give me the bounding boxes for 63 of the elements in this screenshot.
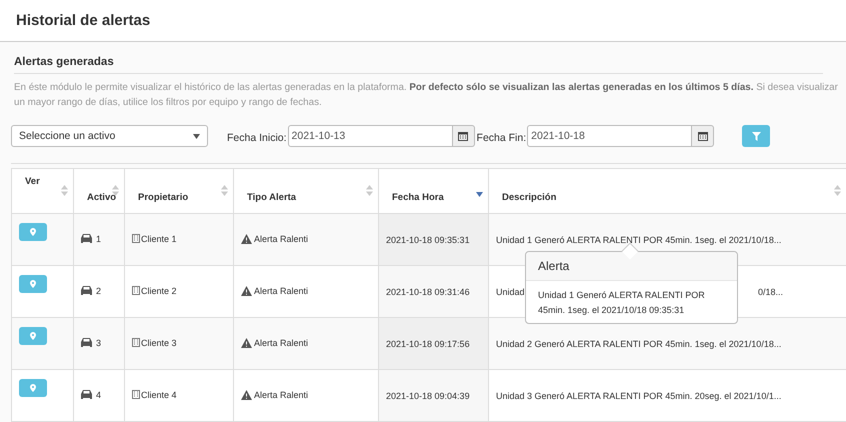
alert-type: Alerta Ralenti <box>254 338 308 348</box>
warning-icon <box>241 234 252 244</box>
map-pin-icon <box>30 332 36 340</box>
warning-icon <box>241 286 252 296</box>
map-pin-icon <box>30 228 36 236</box>
column-header[interactable]: Activo <box>74 168 124 214</box>
owner-name: Cliente 3 <box>141 338 177 348</box>
column-header[interactable]: Propietario <box>124 168 234 214</box>
owner-name: Cliente 1 <box>141 234 177 244</box>
calendar-button[interactable] <box>452 125 475 147</box>
filter-icon <box>752 132 761 140</box>
car-icon <box>81 234 92 244</box>
owner-name: Cliente 4 <box>141 390 177 400</box>
asset-number: 1 <box>96 234 102 244</box>
map-pin-icon <box>30 280 36 288</box>
owner-name: Cliente 2 <box>141 286 177 296</box>
page-title: Historial de alertas <box>16 12 150 29</box>
popover-title: Alerta <box>526 252 737 281</box>
map-pin-icon <box>30 384 36 392</box>
calendar-icon <box>458 131 468 141</box>
description-text: 0/18... <box>758 286 783 296</box>
section-title: Alertas generadas <box>14 56 823 74</box>
asset-number: 3 <box>96 338 102 348</box>
car-icon <box>81 286 92 296</box>
description-text: Unidad 3 Generó ALERTA RALENTI POR 45min. 20seg. el 2021/10/1... <box>496 390 782 400</box>
warning-icon <box>241 390 252 400</box>
popover-text: Unidad 1 Generó ALERTA RALENTI POR 45min. 1seg. el 2021/10/18 09:35:31 <box>537 289 706 317</box>
alert-type: Alerta Ralenti <box>254 234 308 244</box>
asset-number: 2 <box>96 286 102 296</box>
start-date-field[interactable]: 2021-10-13 <box>288 125 453 147</box>
column-header[interactable]: Tipo Alerta <box>234 168 378 214</box>
building-icon <box>132 234 140 244</box>
alert-type: Alerta Ralenti <box>254 390 308 400</box>
column-header[interactable]: Descripción <box>488 168 846 214</box>
car-icon <box>81 390 92 400</box>
datetime-cell: 2021-10-18 09:17:56 <box>378 318 488 370</box>
datetime-cell: 2021-10-18 09:35:31 <box>378 214 488 266</box>
description-text: Unidad 1 Generó ALERTA RALENTI POR 45min. 1seg. el 2021/10/18... <box>496 234 782 244</box>
view-location-button[interactable] <box>19 222 47 240</box>
end-date-label: Fecha Fin: <box>476 132 526 144</box>
view-location-button[interactable] <box>19 378 47 396</box>
warning-icon <box>241 338 252 348</box>
asset-number: 4 <box>96 390 102 400</box>
datetime-cell: 2021-10-18 09:04:39 <box>378 370 488 422</box>
description-text: Unidad <box>496 286 525 296</box>
end-date-field[interactable]: 2021-10-18 <box>527 125 692 147</box>
description-text: Unidad 2 Generó ALERTA RALENTI POR 45min. 1seg. el 2021/10/18... <box>496 338 782 348</box>
alert-type: Alerta Ralenti <box>254 286 308 296</box>
filter-button[interactable] <box>742 125 770 147</box>
car-icon <box>81 338 92 348</box>
start-date-label: Fecha Inicio: <box>227 132 287 144</box>
caret-icon <box>193 134 200 138</box>
calendar-button[interactable] <box>692 125 714 147</box>
building-icon <box>132 286 140 296</box>
datetime-cell: 2021-10-18 09:31:46 <box>378 266 488 318</box>
asset-select[interactable]: Seleccione un activo <box>11 125 208 147</box>
section-description: En éste módulo le permite visualizar el histórico de las alertas generadas en la plataforma. Por defecto sólo se visualizan las alertas generadas en los últimos 5 días. Si desea visualizar un mayor rango de días, utilice los filtros por equipo y rango de fechas. <box>14 81 839 110</box>
building-icon <box>132 390 140 400</box>
column-header[interactable]: Ver <box>12 168 74 214</box>
view-location-button[interactable] <box>19 274 47 292</box>
view-location-button[interactable] <box>19 326 47 344</box>
calendar-icon <box>698 131 708 141</box>
building-icon <box>132 338 140 348</box>
